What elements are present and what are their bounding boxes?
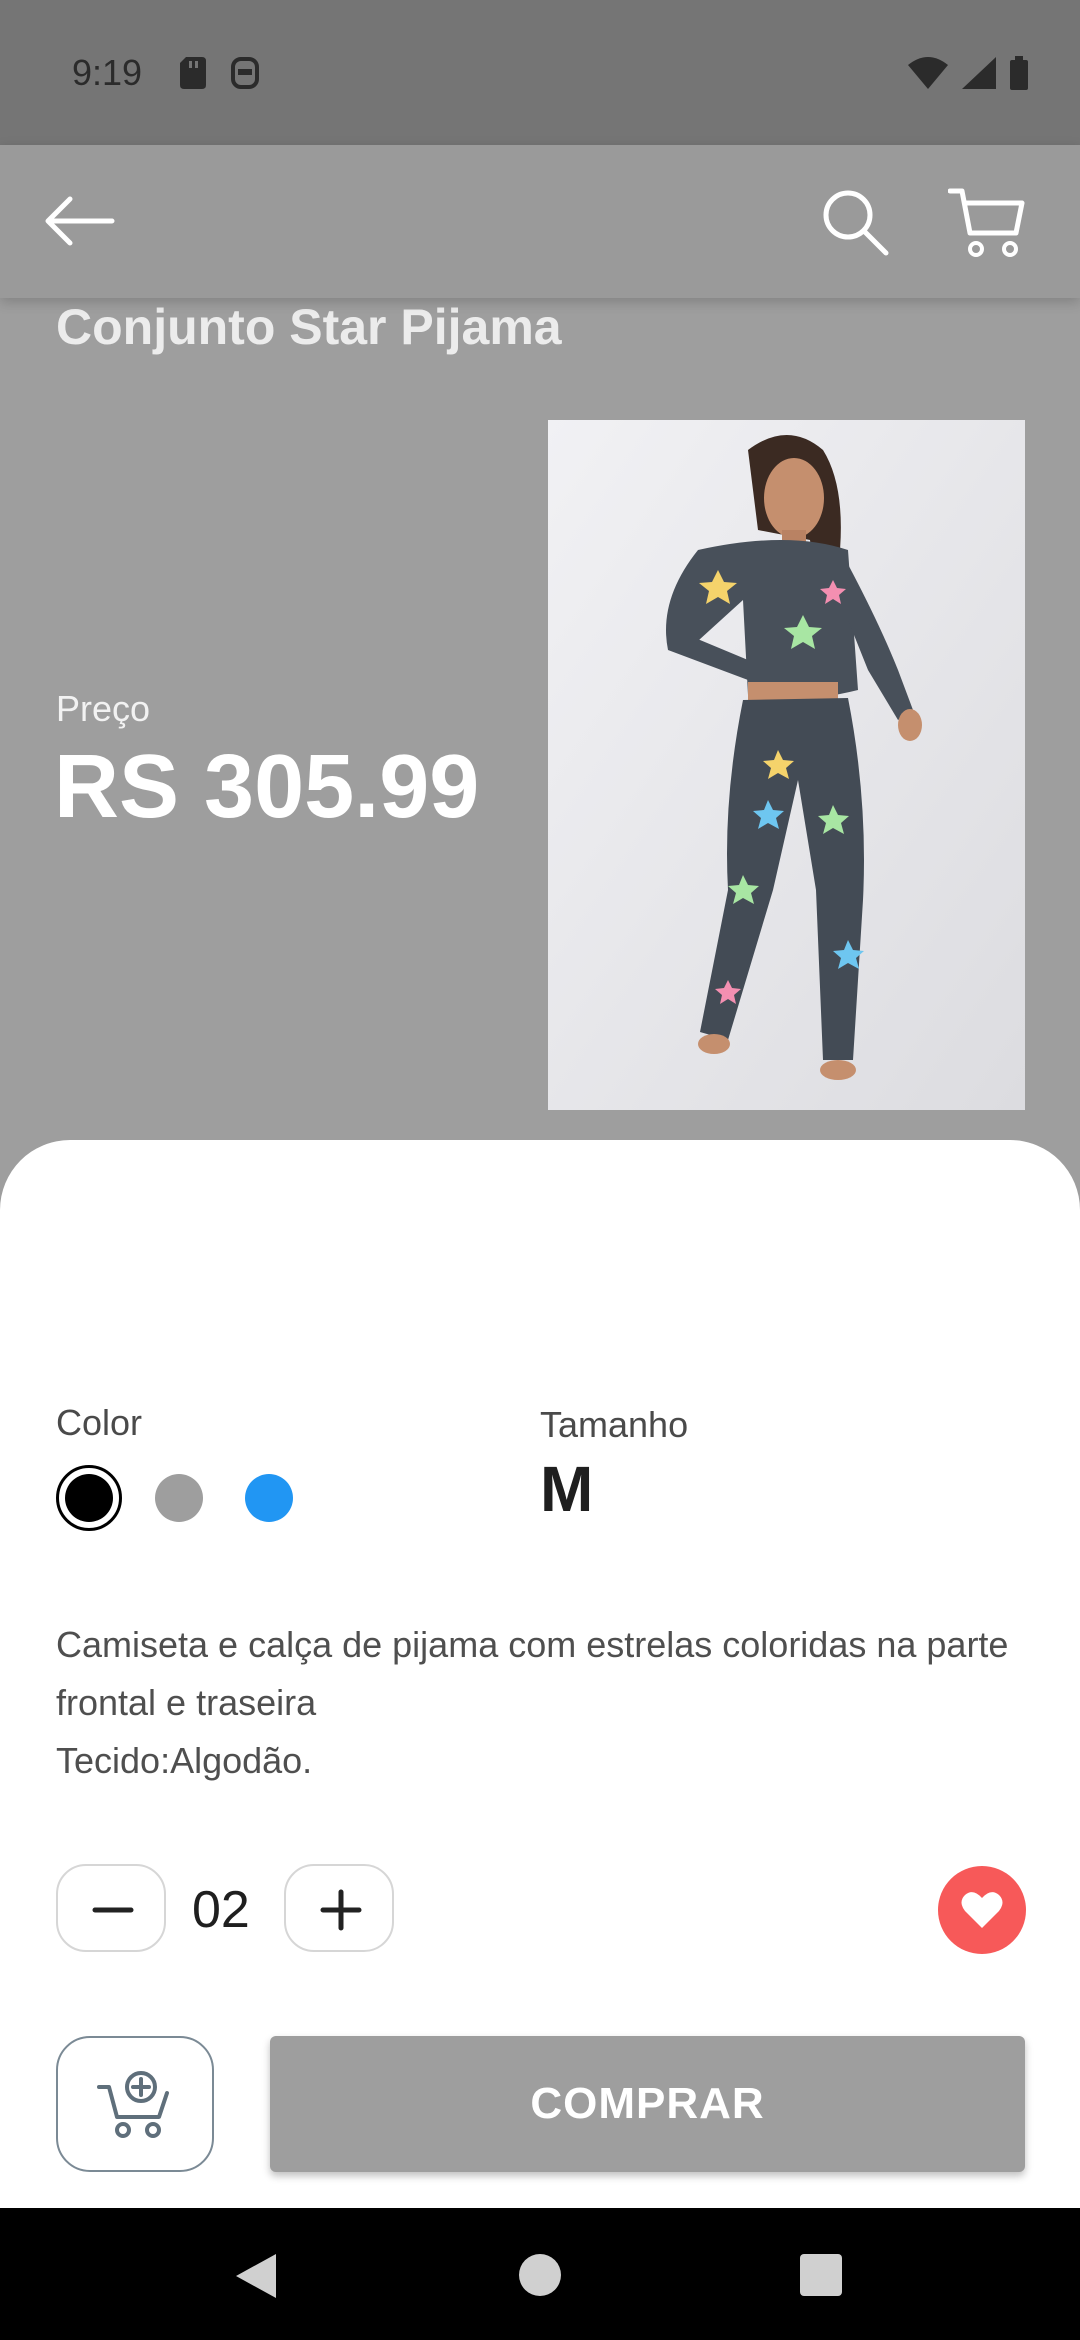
product-title: Conjunto Star Pijama	[56, 299, 562, 355]
status-left-icons	[180, 56, 260, 90]
color-options	[56, 1465, 326, 1531]
favorite-button[interactable]	[938, 1866, 1026, 1954]
buy-button[interactable]: COMPRAR	[270, 2036, 1025, 2172]
color-swatch-black[interactable]	[56, 1465, 122, 1531]
description-text: Camiseta e calça de pijama com estrelas …	[56, 1624, 1009, 1723]
size-value[interactable]: M	[540, 1452, 593, 1526]
search-icon[interactable]	[820, 187, 890, 257]
heart-icon	[961, 1892, 1003, 1928]
signal-icon	[962, 57, 996, 89]
nav-back-icon[interactable]	[236, 2254, 276, 2298]
pajama-model-illustration	[548, 420, 1025, 1110]
status-right-icons	[908, 56, 1028, 90]
battery-icon	[1010, 56, 1028, 90]
nav-recents-icon[interactable]	[800, 2254, 842, 2296]
system-nav-bar	[0, 2208, 1080, 2340]
cart-icon[interactable]	[948, 185, 1026, 259]
nav-home-icon[interactable]	[519, 2254, 561, 2296]
wifi-icon	[908, 57, 948, 89]
minus-icon	[92, 1907, 134, 1913]
size-label: Tamanho	[540, 1404, 689, 1445]
color-label: Color	[56, 1402, 143, 1443]
price-value: RS 305.99	[54, 737, 480, 837]
back-arrow-icon[interactable]	[40, 191, 120, 251]
price-label: Preço	[56, 688, 151, 729]
product-image	[548, 420, 1025, 1110]
swatch-fill	[155, 1474, 203, 1522]
quantity-value: 02	[192, 1881, 250, 1939]
color-swatch-blue[interactable]	[236, 1465, 302, 1531]
quantity-increase-button[interactable]	[284, 1864, 394, 1952]
quantity-decrease-button[interactable]	[56, 1864, 166, 1952]
cart-plus-icon	[97, 2071, 169, 2138]
swatch-fill	[65, 1474, 113, 1522]
status-time: 9:19	[72, 52, 143, 93]
product-description: Camiseta e calça de pijama com estrelas …	[56, 1616, 1016, 1790]
add-to-cart-button[interactable]	[56, 2036, 214, 2172]
assistant-icon	[231, 57, 259, 89]
sd-card-icon	[180, 57, 206, 89]
plus-icon	[320, 1889, 362, 1931]
fabric-text: Tecido:Algodão.	[56, 1740, 313, 1781]
color-swatch-grey[interactable]	[146, 1465, 212, 1531]
status-bar: 9:19	[0, 0, 1080, 145]
swatch-fill	[245, 1474, 293, 1522]
app-bar	[0, 145, 1080, 298]
